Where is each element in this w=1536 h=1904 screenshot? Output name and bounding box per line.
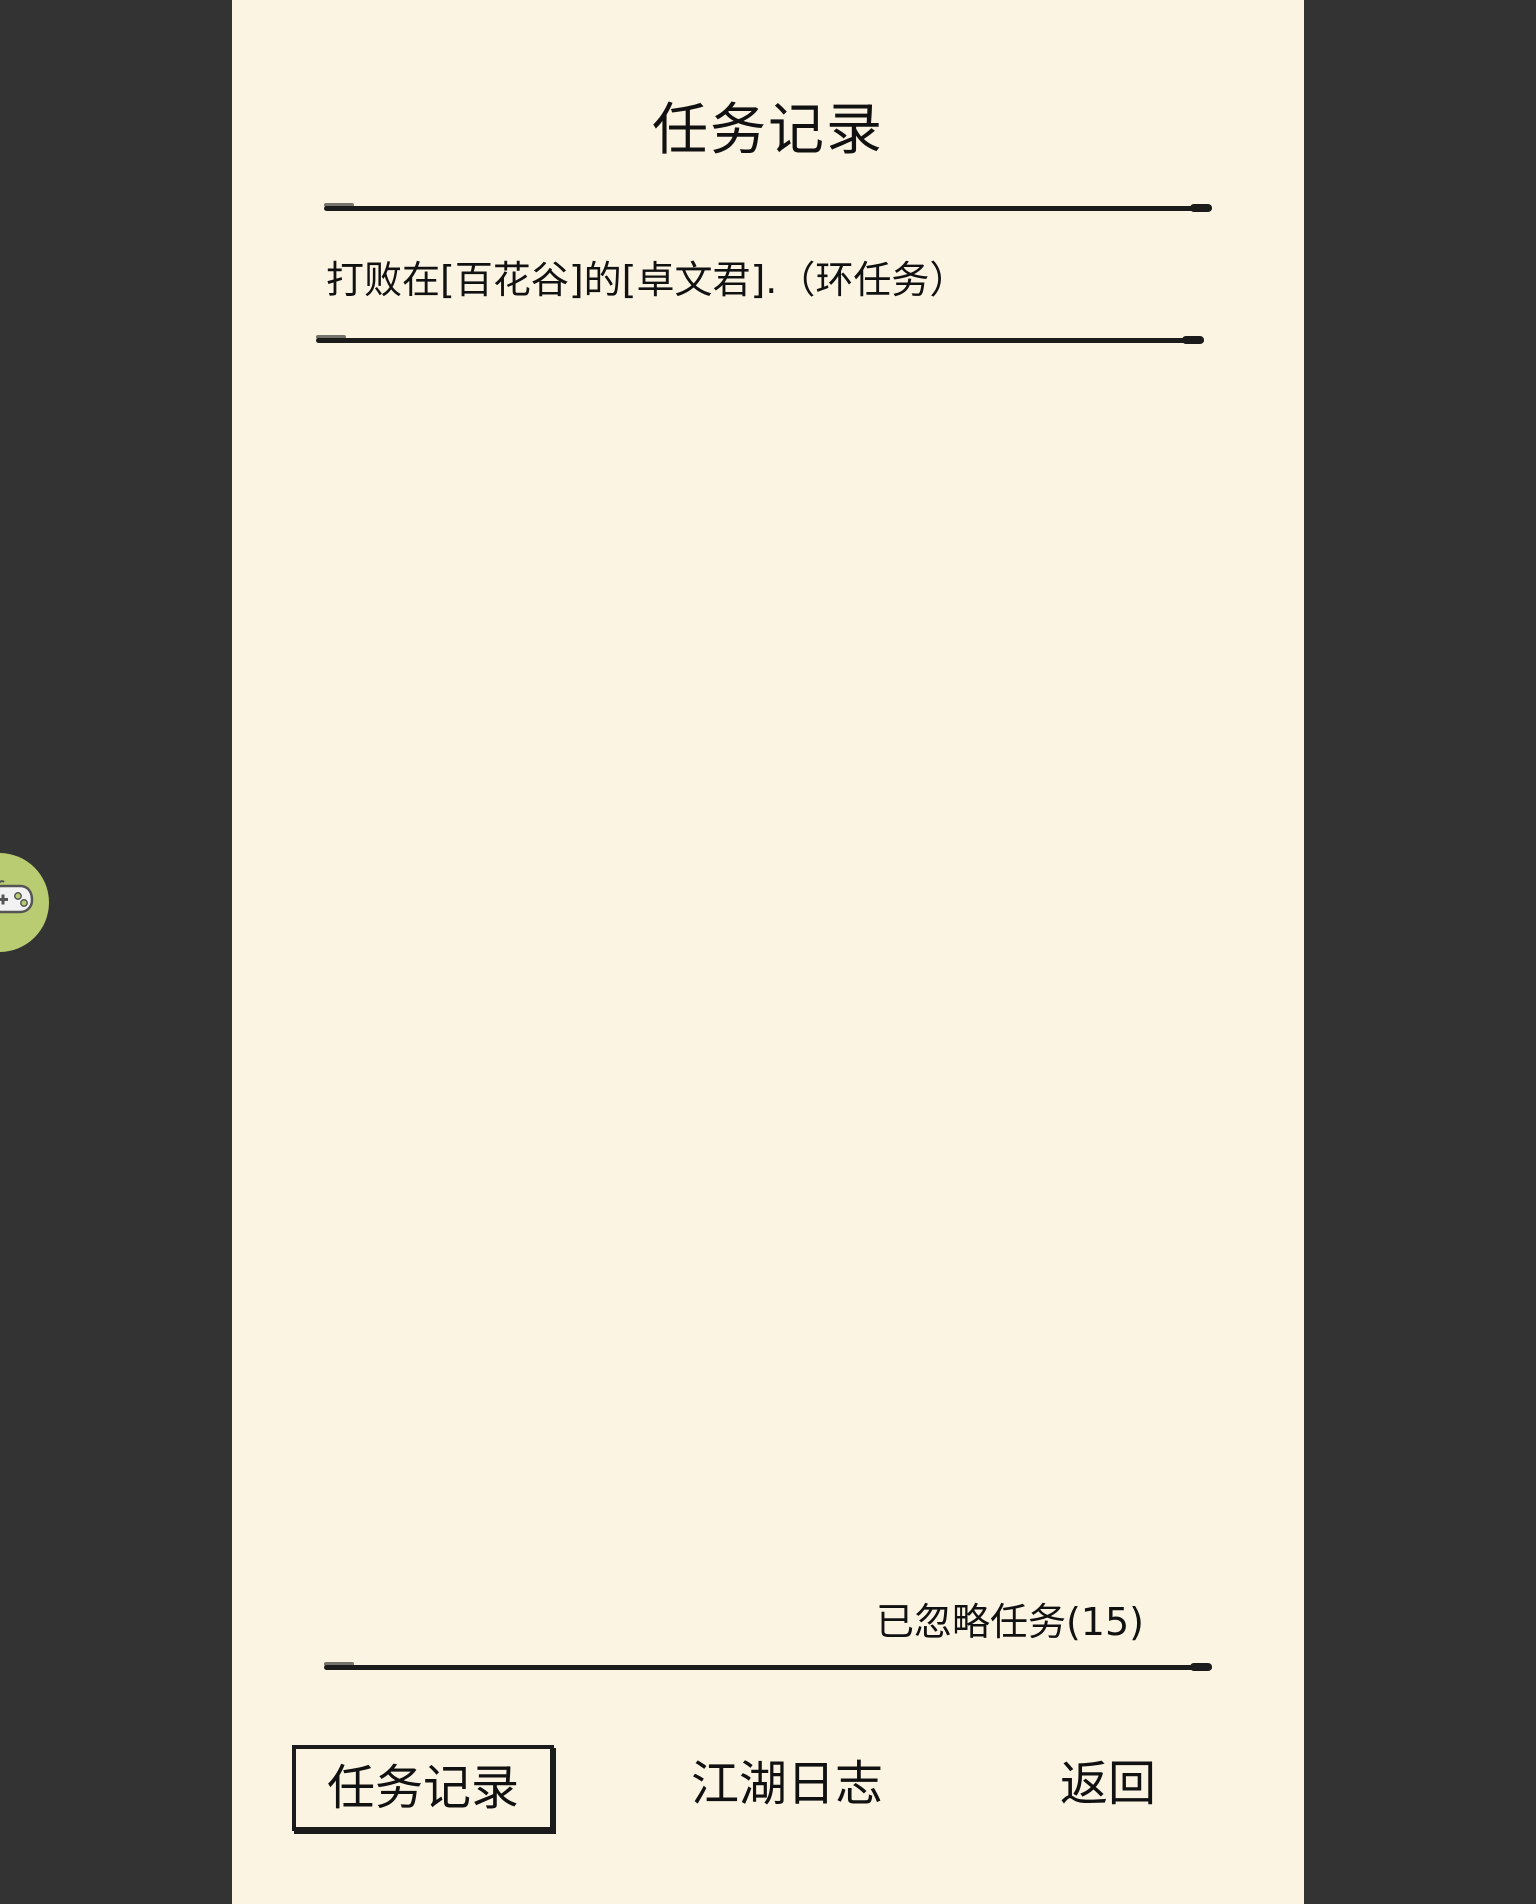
quest-log-panel: 任务记录 打败在[百花谷]的[卓文君].（环任务） 已忽略任务(15) 任务记录… [232, 0, 1304, 1904]
tab-quest-log[interactable]: 任务记录 [292, 1745, 554, 1831]
tab-jianghu-log[interactable]: 江湖日志 [652, 1745, 922, 1823]
page-title: 任务记录 [652, 98, 884, 163]
floating-game-icon [0, 878, 36, 924]
divider-bottom [324, 1662, 1212, 1671]
divider-task [316, 335, 1204, 344]
task-item[interactable]: 打败在[百花谷]的[卓文君].（环任务） [326, 255, 1206, 305]
task-list: 打败在[百花谷]的[卓文君].（环任务） [326, 255, 1206, 305]
divider-top [324, 203, 1212, 212]
ignored-tasks-link[interactable]: 已忽略任务(15) [876, 1597, 1144, 1647]
back-button[interactable]: 返回 [1028, 1745, 1188, 1823]
